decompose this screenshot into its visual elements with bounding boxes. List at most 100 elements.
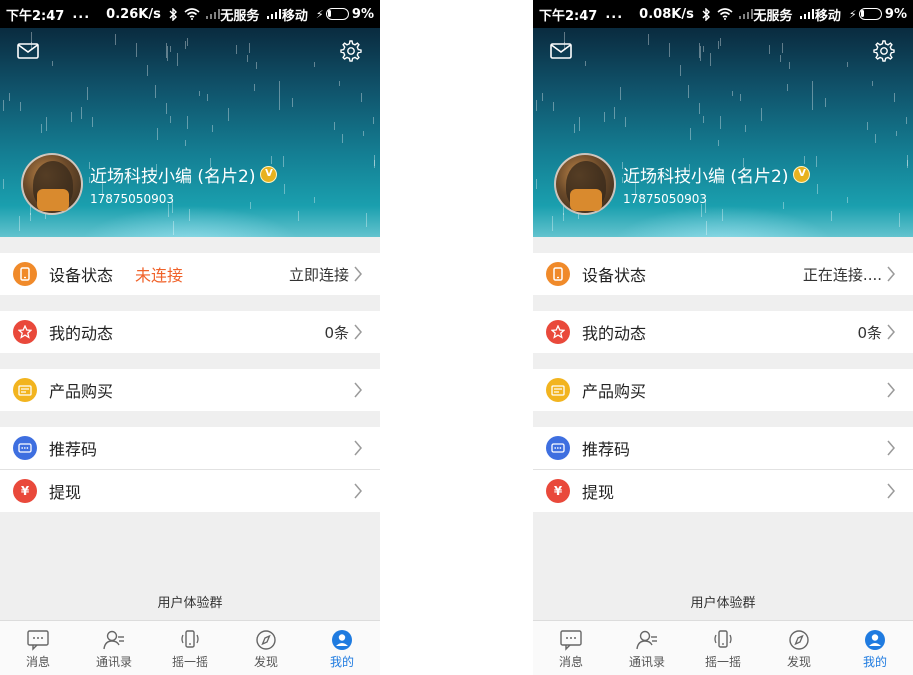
menu-item-my-moments[interactable]: 我的动态 0条 <box>0 311 380 353</box>
bottom-tab-bar: 消息 通讯录 摇一摇 发现 我的 <box>533 620 913 675</box>
code-icon <box>13 436 37 460</box>
rain-streak <box>313 61 315 68</box>
rain-streak <box>811 81 813 96</box>
rain-streak <box>167 204 169 217</box>
connecting-status: 正在连接.... <box>802 265 882 284</box>
rain-streak <box>647 33 649 45</box>
tab-contacts[interactable]: 通讯录 <box>76 621 152 675</box>
rain-streak <box>292 98 294 107</box>
profile-header: 近场科技小编 (名片2) V 17875050903 <box>533 28 913 237</box>
rain-streak <box>779 55 781 63</box>
rain-streak <box>867 122 869 130</box>
menu-item-product-purchase[interactable]: 产品购买 <box>533 369 913 411</box>
carrier-label-1: 无服务 <box>753 8 793 24</box>
charging-icon: ⚡ <box>848 7 857 21</box>
menu-item-referral-code[interactable]: 推荐码 <box>0 427 380 469</box>
tab-me[interactable]: 我的 <box>837 621 913 675</box>
rain-streak <box>895 130 897 137</box>
gear-icon[interactable] <box>340 40 362 62</box>
message-icon <box>27 630 49 651</box>
rain-streak <box>170 46 172 52</box>
rain-streak <box>157 127 159 140</box>
tab-label: 通讯录 <box>628 655 665 669</box>
rain-streak <box>703 115 705 124</box>
bluetooth-icon <box>702 7 711 21</box>
menu-item-withdraw[interactable]: ¥ 提现 <box>0 470 380 512</box>
menu-item-device-status[interactable]: 设备状态 未连接 立即连接 <box>0 253 380 295</box>
avatar[interactable] <box>21 153 83 215</box>
rain-streak <box>781 43 783 54</box>
rain-streak <box>297 210 299 222</box>
rain-streak <box>334 122 336 130</box>
rain-streak <box>51 60 53 66</box>
rain-streak <box>732 90 734 97</box>
menu-item-referral-code[interactable]: 推荐码 <box>533 427 913 469</box>
tab-discover[interactable]: 发现 <box>228 621 304 675</box>
carrier-label-1: 无服务 <box>220 8 260 24</box>
battery-level: 9% <box>351 6 374 22</box>
menu-item-label: 推荐码 <box>582 440 631 459</box>
mail-icon[interactable] <box>550 43 572 59</box>
chevron-right-icon <box>887 483 895 499</box>
status-dots: ... <box>72 6 91 22</box>
rain-streak <box>366 213 368 227</box>
menu-item-my-moments[interactable]: 我的动态 0条 <box>533 311 913 353</box>
rain-streak <box>184 40 186 50</box>
rain-streak <box>249 201 251 210</box>
shake-icon <box>714 630 732 648</box>
tab-discover[interactable]: 发现 <box>761 621 837 675</box>
vip-badge-icon: V <box>793 166 811 183</box>
tab-messages[interactable]: 消息 <box>0 621 76 675</box>
phone-screen-left: 下午2:47 ... 0.26K/s 无服务 移动 ⚡ 9% 近场科技小编 (名… <box>0 0 380 675</box>
contacts-icon <box>636 630 657 650</box>
yuan-icon: ¥ <box>546 479 570 503</box>
rain-streak <box>625 116 627 127</box>
carrier-label-2: 移动 <box>814 8 841 24</box>
star-icon <box>546 320 570 344</box>
tab-messages[interactable]: 消息 <box>533 621 609 675</box>
tab-shake[interactable]: 摇一摇 <box>685 621 761 675</box>
menu-item-product-purchase[interactable]: 产品购买 <box>0 369 380 411</box>
rain-streak <box>282 156 284 167</box>
tab-label: 发现 <box>253 655 278 669</box>
signal-icon <box>267 9 282 19</box>
rain-streak <box>899 213 901 227</box>
rain-streak <box>717 40 719 50</box>
rain-streak <box>19 101 21 112</box>
tab-shake[interactable]: 摇一摇 <box>152 621 228 675</box>
profile-name-row: 近场科技小编 (名片2) V <box>90 162 278 187</box>
menu-item-label: 设备状态 <box>49 266 114 285</box>
rain-streak <box>706 221 708 236</box>
rain-streak <box>719 38 721 47</box>
rain-streak <box>535 99 537 111</box>
rain-streak <box>166 103 168 114</box>
battery-icon <box>325 8 349 20</box>
rain-streak <box>87 87 89 101</box>
menu-item-device-status[interactable]: 设备状态 正在连接.... <box>533 253 913 295</box>
rain-streak <box>720 115 722 130</box>
rain-streak <box>45 116 47 132</box>
tab-contacts[interactable]: 通讯录 <box>609 621 685 675</box>
moments-count: 0条 <box>324 323 349 342</box>
rain-streak <box>71 111 73 123</box>
connect-now-link[interactable]: 立即连接 <box>289 264 349 285</box>
rain-streak <box>542 92 544 102</box>
user-group-link[interactable]: 用户体验群 <box>533 592 913 611</box>
avatar[interactable] <box>554 153 616 215</box>
rain-streak <box>703 46 705 52</box>
gear-icon[interactable] <box>873 40 895 62</box>
rain-streak <box>739 94 741 101</box>
rain-streak <box>760 108 762 121</box>
user-group-link[interactable]: 用户体验群 <box>0 592 380 611</box>
rain-streak <box>721 209 723 222</box>
tab-me[interactable]: 我的 <box>304 621 380 675</box>
moments-count: 0条 <box>857 323 882 342</box>
menu-item-label: 提现 <box>582 483 615 502</box>
mail-icon[interactable] <box>17 43 39 59</box>
profile-header: 近场科技小编 (名片2) V 17875050903 <box>0 28 380 237</box>
profile-icon <box>865 630 885 650</box>
menu-item-withdraw[interactable]: ¥ 提现 <box>533 470 913 512</box>
rain-streak <box>768 45 770 55</box>
rain-streak <box>211 125 213 133</box>
rain-streak <box>342 133 344 143</box>
